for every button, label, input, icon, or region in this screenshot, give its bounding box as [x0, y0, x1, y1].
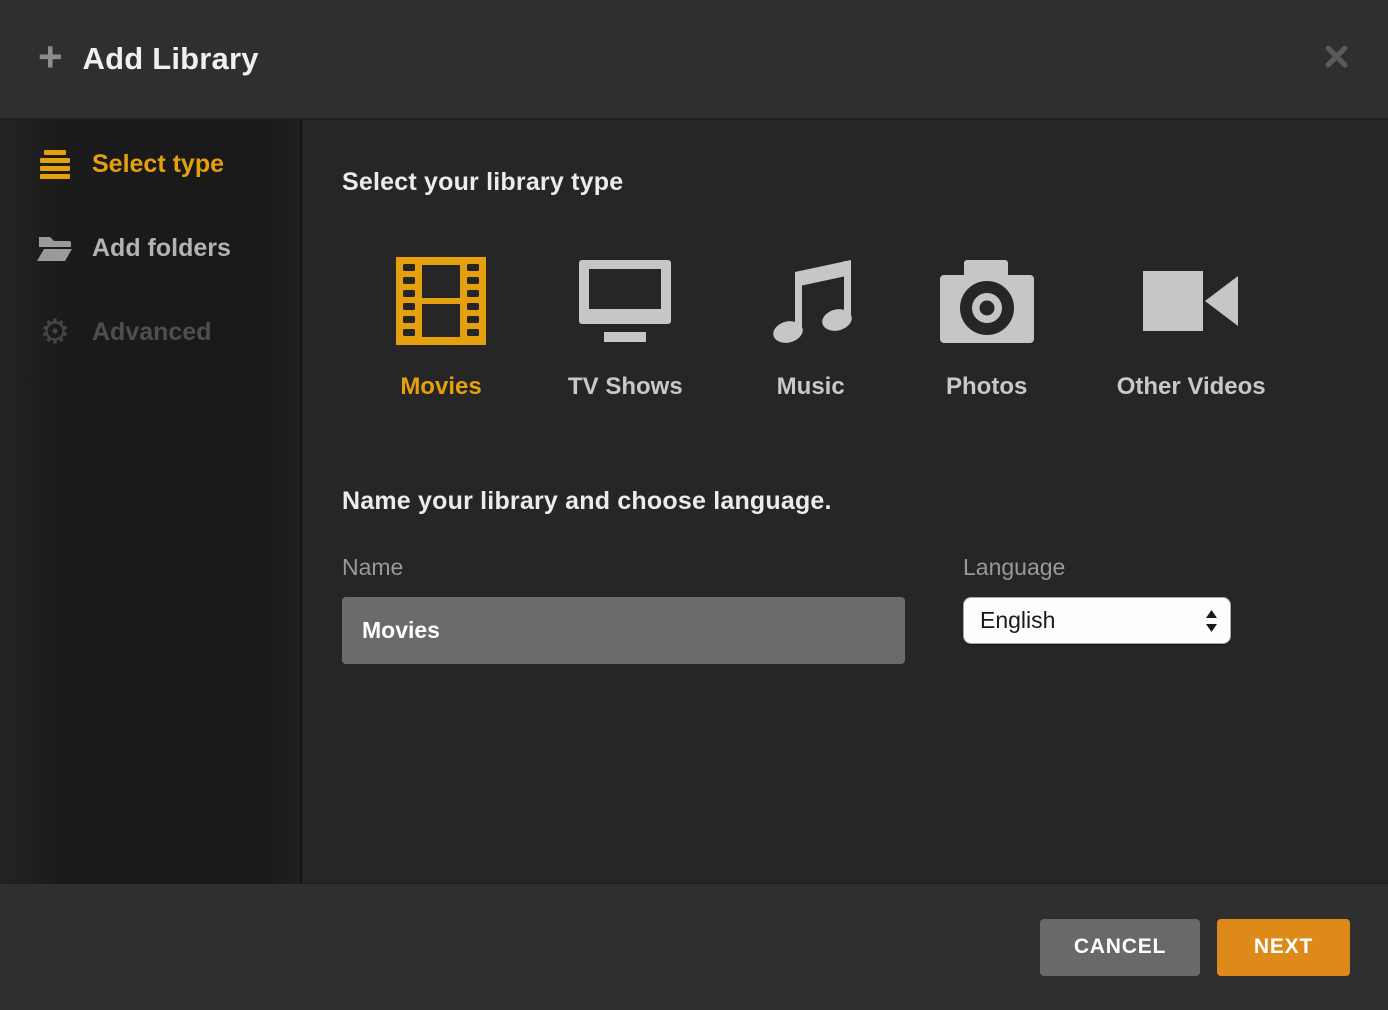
name-field-label: Name: [342, 554, 905, 581]
add-library-dialog: + Add Library Select type: [0, 0, 1388, 1010]
camera-icon: [939, 255, 1035, 347]
wizard-steps-sidebar: Select type Add folders ⚙ Advanced: [0, 120, 302, 883]
sidebar-item-label: Advanced: [92, 318, 211, 347]
dialog-title: Add Library: [83, 41, 259, 77]
dialog-content: Select your library type: [302, 120, 1388, 883]
next-button[interactable]: NEXT: [1217, 919, 1350, 976]
type-option-music[interactable]: Music: [765, 255, 857, 401]
language-field-label: Language: [963, 554, 1231, 581]
library-type-row: Movies TV Shows: [396, 255, 1388, 401]
type-option-label: Photos: [946, 373, 1027, 401]
language-select[interactable]: English: [963, 597, 1231, 644]
type-option-label: Movies: [400, 373, 481, 401]
sidebar-item-label: Select type: [92, 150, 224, 179]
dialog-body: Select type Add folders ⚙ Advanced: [0, 120, 1388, 883]
open-folder-icon: [36, 233, 74, 264]
library-name-input[interactable]: [342, 597, 905, 664]
plus-icon: +: [38, 36, 63, 78]
gear-icon: ⚙: [36, 315, 74, 349]
sidebar-item-label: Add folders: [92, 234, 231, 263]
type-section-title: Select your library type: [342, 168, 1388, 197]
music-note-icon: [765, 255, 857, 347]
type-option-movies[interactable]: Movies: [396, 255, 486, 401]
sidebar-item-select-type[interactable]: Select type: [0, 122, 300, 206]
close-button[interactable]: [1320, 40, 1352, 72]
sidebar-item-add-folders[interactable]: Add folders: [0, 206, 300, 290]
dialog-header: + Add Library: [0, 0, 1388, 120]
name-section-title: Name your library and choose language.: [342, 487, 1388, 516]
type-option-tv-shows[interactable]: TV Shows: [568, 255, 683, 401]
cancel-button[interactable]: CANCEL: [1040, 919, 1200, 976]
video-camera-icon: [1142, 255, 1240, 347]
type-option-label: Other Videos: [1117, 373, 1266, 401]
list-bars-icon: [36, 149, 74, 179]
sidebar-item-advanced: ⚙ Advanced: [0, 290, 300, 374]
type-option-label: TV Shows: [568, 373, 683, 401]
name-field-group: Name: [342, 554, 905, 664]
close-icon: [1325, 45, 1348, 68]
type-option-other-videos[interactable]: Other Videos: [1117, 255, 1266, 401]
language-field-group: Language English: [963, 554, 1231, 644]
film-strip-icon: [396, 255, 486, 347]
select-arrows-icon: [1205, 610, 1218, 632]
fields-row: Name Language English: [342, 554, 1388, 664]
type-option-label: Music: [777, 373, 845, 401]
tv-monitor-icon: [576, 255, 674, 347]
dialog-footer: CANCEL NEXT: [0, 883, 1388, 1010]
type-option-photos[interactable]: Photos: [939, 255, 1035, 401]
language-select-value: English: [980, 607, 1055, 634]
